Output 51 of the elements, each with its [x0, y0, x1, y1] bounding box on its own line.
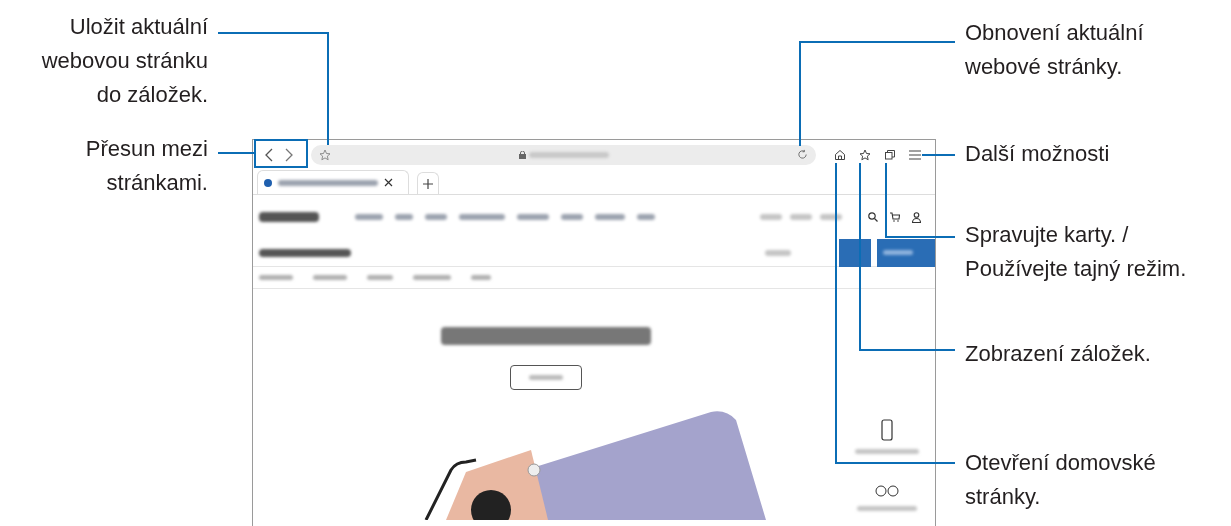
blurred-text	[760, 214, 782, 220]
highlight-frame	[254, 139, 308, 168]
blurred-text	[425, 214, 447, 220]
blurred-text	[595, 214, 625, 220]
callout-label: Uložit aktuální webovou stránku do záložek.	[41, 13, 208, 109]
lock-icon	[519, 150, 526, 159]
plus-icon	[423, 178, 433, 189]
blurred-text	[355, 214, 383, 220]
blurred-text	[765, 249, 791, 256]
blurred-text	[459, 214, 505, 220]
callout-label: Zobrazení záložek.	[965, 340, 1151, 368]
callout-label: Přesun mezi stránkami.	[85, 135, 208, 197]
blurred-text	[883, 250, 913, 255]
home-icon[interactable]	[834, 148, 846, 161]
blurred-text	[529, 375, 563, 380]
cart-icon[interactable]	[890, 212, 900, 222]
callout-label: Otevření domovské stránky.	[965, 449, 1156, 511]
banner-block	[839, 238, 871, 267]
blurred-text	[413, 275, 451, 280]
callout-label: Obnovení aktuální webové stránky.	[965, 19, 1144, 81]
star-icon[interactable]	[859, 148, 871, 161]
callout-label: Spravujte karty. / Používejte tajný režim.	[965, 221, 1187, 283]
close-icon[interactable]	[384, 178, 393, 187]
blurred-text	[857, 506, 917, 511]
user-icon[interactable]	[912, 211, 921, 223]
leader-line	[921, 154, 956, 156]
blurred-text	[820, 214, 842, 220]
blurred-text	[637, 214, 655, 220]
leader-line	[217, 152, 256, 154]
star-icon[interactable]	[319, 148, 331, 161]
blurred-text	[259, 212, 319, 222]
blurred-text	[313, 275, 347, 280]
buy-button[interactable]	[877, 238, 935, 267]
refresh-icon[interactable]	[797, 149, 808, 160]
new-tab-button[interactable]	[417, 172, 439, 194]
blurred-text	[517, 214, 549, 220]
blurred-text	[471, 275, 491, 280]
favicon-icon	[264, 178, 272, 187]
search-icon[interactable]	[868, 212, 878, 222]
tabs-icon[interactable]	[884, 148, 896, 161]
blurred-text	[259, 275, 293, 280]
menu-icon[interactable]	[909, 149, 921, 160]
outline-button[interactable]	[510, 365, 582, 390]
blurred-text	[367, 275, 393, 280]
phone-icon[interactable]	[881, 419, 893, 441]
blurred-text	[855, 449, 919, 454]
blurred-text	[395, 214, 413, 220]
callout-label: Další možnosti	[965, 140, 1110, 168]
earbuds-icon[interactable]	[873, 484, 901, 498]
blurred-text	[561, 214, 583, 220]
blurred-text	[790, 214, 812, 220]
